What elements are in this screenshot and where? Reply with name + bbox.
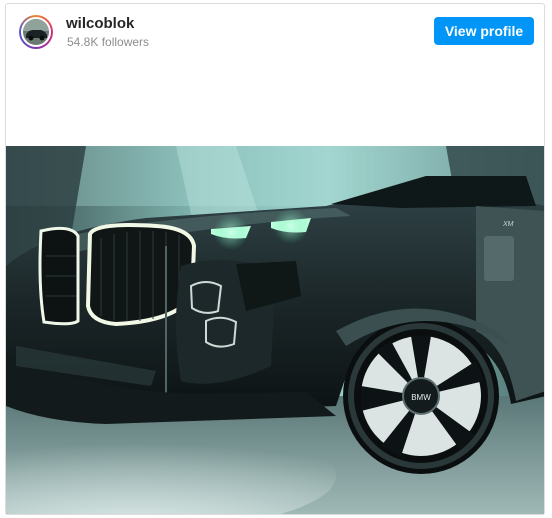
view-profile-button[interactable]: View profile (434, 17, 534, 45)
username[interactable]: wilcoblok (66, 15, 134, 32)
media-top-whitespace (6, 60, 544, 146)
wheel-badge-text: BMW (411, 393, 431, 402)
post-header: wilcoblok 54.8K followers View profile (6, 4, 544, 60)
follower-count: 54.8K followers (67, 35, 150, 49)
post-photo[interactable]: BMW XM (6, 146, 544, 514)
avatar[interactable] (19, 15, 53, 49)
instagram-embed-card: wilcoblok 54.8K followers View profile B… (5, 3, 545, 515)
model-script-text: XM (502, 221, 514, 228)
avatar-image (21, 17, 51, 47)
car-photo-illustration: BMW XM (6, 146, 544, 514)
